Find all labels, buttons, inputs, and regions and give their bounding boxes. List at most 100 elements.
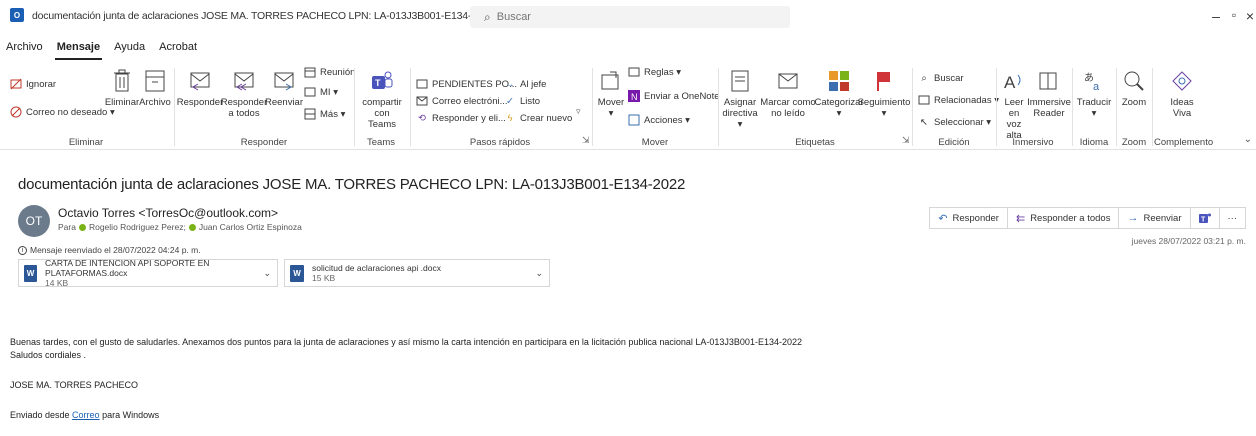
buscar-ribbon-button[interactable]: ⌕ Buscar — [918, 72, 963, 84]
listo-step[interactable]: ✓ Listo — [504, 95, 540, 107]
group-pasos-rapidos: PENDIENTES PO... Correo electróni... ⟲ R… — [412, 62, 590, 150]
zoom-button[interactable]: Zoom — [1118, 68, 1150, 108]
tags-launcher-icon[interactable]: ⇲ — [902, 135, 910, 146]
flag-icon — [872, 68, 896, 94]
avatar[interactable]: OT — [18, 205, 50, 237]
quick-steps-launcher-icon[interactable]: ⇲ — [582, 135, 590, 146]
reply-button[interactable]: ↶ Responder — [929, 207, 1008, 229]
acciones-button[interactable]: Acciones ▾ — [628, 114, 690, 126]
archivo-button[interactable]: Archivo — [139, 68, 171, 108]
mi-button[interactable]: MI ▾ — [304, 86, 338, 98]
group-responder: Responder Responder a todos Reenviar Reu… — [176, 62, 356, 150]
reply-all-icon — [232, 68, 256, 94]
close-button[interactable]: × — [1240, 8, 1256, 24]
body-line-2: Saludos cordiales . — [10, 350, 87, 360]
seguimiento-button[interactable]: Seguimiento ▾ — [857, 68, 911, 119]
minimize-button[interactable]: – — [1206, 8, 1226, 24]
ideas-viva-button[interactable]: Ideas Viva — [1164, 68, 1200, 119]
ignore-icon — [10, 78, 22, 90]
asignar-directiva-button[interactable]: Asignar directiva ▾ — [720, 68, 760, 130]
al-jefe-step[interactable]: → Al jefe — [504, 78, 546, 90]
ribbon-divider — [912, 68, 913, 146]
recipient-2[interactable]: Juan Carlos Ortiz Espinoza — [199, 222, 302, 232]
leer-voz-alta-button[interactable]: A Leer en voz alta — [998, 68, 1030, 141]
reply-all-button[interactable]: ⇇ Responder a todos — [1006, 207, 1120, 229]
menu-archivo[interactable]: Archivo — [4, 40, 45, 60]
group-label-mover: Mover — [641, 137, 669, 148]
presence-icon — [78, 223, 86, 231]
forwarded-note: i Mensaje reenviado el 28/07/2022 04:24 … — [18, 245, 201, 255]
compartir-teams-button[interactable]: T compartir con Teams — [362, 68, 402, 130]
message-subject: documentación junta de aclaraciones JOSE… — [18, 176, 686, 193]
menu-mensaje[interactable]: Mensaje — [54, 40, 103, 60]
forwarded-note-text: Mensaje reenviado el 28/07/2022 04:24 p.… — [30, 245, 201, 255]
correo-electronico-label: Correo electróni... — [432, 95, 508, 107]
group-label-idioma: Idioma — [1079, 137, 1109, 148]
mail-step-icon — [416, 95, 428, 107]
reply-all-label: Responder a todos — [1030, 212, 1111, 224]
attachment-2[interactable]: W solicitud de aclaraciones api .docx 15… — [284, 259, 550, 287]
ignorar-button[interactable]: Ignorar — [10, 78, 56, 90]
seleccionar-button[interactable]: ↖ Seleccionar ▾ — [918, 116, 991, 128]
responder-todos-button[interactable]: Responder a todos — [221, 68, 267, 119]
group-label-complemento: Complemento — [1154, 137, 1214, 148]
svg-text:a: a — [1093, 81, 1100, 92]
immersive-reader-icon — [1037, 68, 1061, 94]
archivo-label: Archivo — [139, 97, 171, 108]
svg-text:T: T — [1201, 217, 1206, 224]
mover-button[interactable]: Mover ▾ — [596, 68, 626, 119]
leer-label-1: Leer en — [1004, 97, 1024, 119]
attachment-size: 14 KB — [45, 278, 69, 288]
folder-step-icon — [416, 78, 428, 90]
more-actions-button[interactable]: ··· — [1218, 207, 1246, 229]
reunion-button[interactable]: Reunión — [304, 66, 355, 78]
marcar-label-2: no leído — [771, 108, 805, 119]
teams-icon: T — [370, 68, 394, 94]
chevron-down-icon[interactable]: ⌄ — [535, 268, 543, 279]
categorizar-button[interactable]: Categorizar ▾ — [814, 68, 864, 119]
traducir-button[interactable]: あa Traducir ▾ — [1076, 68, 1112, 119]
search-input[interactable] — [496, 11, 757, 23]
sender-name[interactable]: Octavio Torres <TorresOc@outlook.com> — [58, 206, 278, 220]
group-label-zoom: Zoom — [1121, 137, 1147, 148]
teams-share-button[interactable]: T — [1189, 207, 1220, 229]
group-eliminar: Ignorar Correo no deseado ▾ Eliminar Arc… — [0, 62, 172, 150]
correo-no-deseado-button[interactable]: Correo no deseado ▾ — [10, 106, 115, 118]
menu-acrobat[interactable]: Acrobat — [157, 40, 199, 60]
onenote-button[interactable]: N Enviar a OneNote — [628, 90, 720, 102]
mi-label: MI ▾ — [320, 86, 338, 98]
pendientes-step[interactable]: PENDIENTES PO... — [416, 78, 517, 90]
search-icon: ⌕ — [484, 9, 491, 24]
relacionadas-button[interactable]: Relacionadas ▾ — [918, 94, 999, 106]
find-icon: ⌕ — [921, 72, 927, 84]
collapse-ribbon-icon[interactable]: ⌄ — [1244, 134, 1252, 145]
onenote-label: Enviar a OneNote — [644, 90, 720, 102]
quick-steps-expand[interactable]: ▿ — [576, 106, 581, 117]
reenviar-button[interactable]: Reenviar — [265, 68, 303, 108]
chevron-down-icon[interactable]: ⌄ — [263, 268, 271, 279]
marcar-no-leido-button[interactable]: Marcar como no leído — [760, 68, 816, 119]
search-box[interactable]: ⌕ — [470, 6, 790, 28]
reglas-button[interactable]: Reglas ▾ — [628, 66, 681, 78]
eliminar-button[interactable]: Eliminar — [105, 68, 139, 108]
correo-electronico-step[interactable]: Correo electróni... — [416, 95, 508, 107]
recipient-1[interactable]: Rogelio Rodriguez Perez; — [89, 222, 186, 232]
attachment-name: CARTA DE INTENCION API SOPORTE EN PLATAF… — [45, 258, 210, 278]
responder-eliminar-step[interactable]: ⟲ Responder y eli... — [416, 112, 506, 124]
zoom-icon — [1122, 68, 1146, 94]
attachment-1[interactable]: W CARTA DE INTENCION API SOPORTE EN PLAT… — [18, 258, 278, 288]
responder-button[interactable]: Responder — [177, 68, 223, 108]
seguimiento-label: Seguimiento — [857, 97, 911, 108]
crear-nuevo-step[interactable]: ϟ Crear nuevo — [504, 112, 572, 124]
forward-button[interactable]: → Reenviar — [1118, 207, 1191, 229]
to-label: Para — [58, 222, 76, 232]
immersive-reader-button[interactable]: Immersive Reader — [1027, 68, 1071, 119]
mas-button[interactable]: Más ▾ — [304, 108, 345, 120]
group-mover: Mover ▾ Reglas ▾ N Enviar a OneNote Acci… — [594, 62, 720, 150]
read-aloud-icon: A — [1002, 68, 1026, 94]
group-label-pasos-rapidos: Pasos rápidos — [469, 137, 531, 148]
menu-ayuda[interactable]: Ayuda — [112, 40, 147, 60]
group-label-eliminar: Eliminar — [68, 137, 104, 148]
correo-link[interactable]: Correo — [72, 410, 100, 420]
forward-icon — [272, 68, 296, 94]
